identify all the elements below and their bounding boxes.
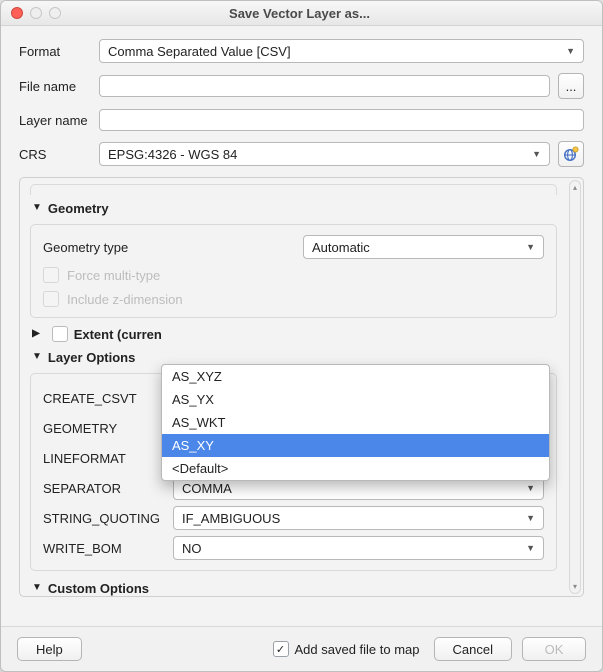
add-to-map-label: Add saved file to map	[295, 642, 420, 657]
geometry-section-title: Geometry	[48, 201, 109, 216]
minimize-window-button[interactable]	[30, 7, 42, 19]
geometry-opt-dropdown[interactable]: AS_XYZ AS_YX AS_WKT AS_XY <Default>	[161, 364, 550, 481]
custom-options-section-title: Custom Options	[48, 581, 149, 596]
layer-options-panel: CREATE_CSVT ▼ GEOMETRY <Default> ▼ L	[30, 373, 557, 571]
force-multi-type-checkbox	[43, 267, 59, 283]
force-multi-type-row: Force multi-type	[43, 267, 544, 283]
crs-combobox-value: EPSG:4326 - WGS 84	[108, 147, 237, 162]
vertical-scrollbar[interactable]: ▴ ▾	[569, 180, 581, 594]
disclosure-triangle-icon: ▼	[32, 351, 42, 362]
help-button[interactable]: Help	[17, 637, 82, 661]
cancel-button-label: Cancel	[453, 642, 493, 657]
separator-label: SEPARATOR	[43, 481, 173, 496]
ok-button-label: OK	[545, 642, 564, 657]
ellipsis-icon: ...	[566, 79, 577, 94]
disclosure-triangle-icon: ▶	[32, 328, 40, 339]
save-vector-layer-dialog: Save Vector Layer as... Format Comma Sep…	[0, 0, 603, 672]
geometry-type-value: Automatic	[312, 240, 370, 255]
lineformat-label: LINEFORMAT	[43, 451, 173, 466]
layer-options-section-title: Layer Options	[48, 350, 135, 365]
geometry-opt-item-as-xyz[interactable]: AS_XYZ	[162, 365, 549, 388]
custom-options-section-header[interactable]: ▼ Custom Options	[32, 581, 557, 596]
browse-filename-button[interactable]: ...	[558, 73, 584, 99]
include-z-row: Include z-dimension	[43, 291, 544, 307]
string-quoting-value: IF_AMBIGUOUS	[182, 511, 280, 526]
geometry-opt-label: GEOMETRY	[43, 421, 173, 436]
filename-label: File name	[19, 79, 99, 94]
add-to-map-checkbox[interactable]: ✓	[273, 641, 289, 657]
cancel-button[interactable]: Cancel	[434, 637, 512, 661]
layername-input[interactable]	[99, 109, 584, 131]
dialog-button-bar: Help ✓ Add saved file to map Cancel OK	[1, 626, 602, 671]
geometry-type-combobox[interactable]: Automatic ▼	[303, 235, 544, 259]
options-scroll-area: ▼ Geometry Geometry type Automatic ▼ For…	[19, 177, 584, 597]
filename-input[interactable]	[99, 75, 550, 97]
include-z-label: Include z-dimension	[67, 292, 183, 307]
window-title: Save Vector Layer as...	[61, 6, 538, 21]
ok-button[interactable]: OK	[522, 637, 586, 661]
titlebar: Save Vector Layer as...	[1, 1, 602, 26]
chevron-down-icon: ▼	[566, 46, 575, 56]
close-window-button[interactable]	[11, 7, 23, 19]
zoom-window-button[interactable]	[49, 7, 61, 19]
chevron-down-icon: ▼	[526, 543, 535, 553]
chevron-down-icon: ▼	[526, 513, 535, 523]
separator-value: COMMA	[182, 481, 232, 496]
extent-section-header[interactable]: ▶ Extent (curren	[32, 326, 557, 342]
geometry-section-header[interactable]: ▼ Geometry	[32, 201, 557, 216]
extent-section-title: Extent (curren	[74, 327, 162, 342]
create-csvt-label: CREATE_CSVT	[43, 391, 173, 406]
format-combobox-value: Comma Separated Value [CSV]	[108, 44, 291, 59]
layername-label: Layer name	[19, 113, 99, 128]
write-bom-value: NO	[182, 541, 202, 556]
help-button-label: Help	[36, 642, 63, 657]
geometry-opt-item-as-wkt[interactable]: AS_WKT	[162, 411, 549, 434]
force-multi-type-label: Force multi-type	[67, 268, 160, 283]
geometry-opt-item-default[interactable]: <Default>	[162, 457, 549, 480]
layer-options-section-header[interactable]: ▼ Layer Options	[32, 350, 557, 365]
chevron-down-icon: ▼	[526, 483, 535, 493]
write-bom-label: WRITE_BOM	[43, 541, 173, 556]
format-label: Format	[19, 44, 99, 59]
crs-label: CRS	[19, 147, 99, 162]
window-controls	[11, 7, 61, 19]
geometry-panel: Geometry type Automatic ▼ Force multi-ty…	[30, 224, 557, 318]
chevron-down-icon: ▼	[532, 149, 541, 159]
geometry-type-label: Geometry type	[43, 240, 303, 255]
crs-combobox[interactable]: EPSG:4326 - WGS 84 ▼	[99, 142, 550, 166]
string-quoting-label: STRING_QUOTING	[43, 511, 173, 526]
chevron-down-icon: ▼	[526, 242, 535, 252]
add-to-map-toggle[interactable]: ✓ Add saved file to map	[273, 641, 420, 657]
include-z-checkbox	[43, 291, 59, 307]
write-bom-combobox[interactable]: NO ▼	[173, 536, 544, 560]
geometry-opt-item-as-xy[interactable]: AS_XY	[162, 434, 549, 457]
crs-picker-button[interactable]	[558, 141, 584, 167]
extent-checkbox[interactable]	[52, 326, 68, 342]
truncated-section-above	[30, 184, 557, 195]
disclosure-triangle-icon: ▼	[32, 582, 42, 593]
scroll-up-icon: ▴	[573, 183, 577, 192]
globe-icon	[563, 146, 579, 162]
geometry-opt-item-as-yx[interactable]: AS_YX	[162, 388, 549, 411]
dialog-content: Format Comma Separated Value [CSV] ▼ Fil…	[1, 25, 602, 627]
disclosure-triangle-icon: ▼	[32, 202, 42, 213]
string-quoting-combobox[interactable]: IF_AMBIGUOUS ▼	[173, 506, 544, 530]
format-combobox[interactable]: Comma Separated Value [CSV] ▼	[99, 39, 584, 63]
scroll-down-icon: ▾	[573, 582, 577, 591]
